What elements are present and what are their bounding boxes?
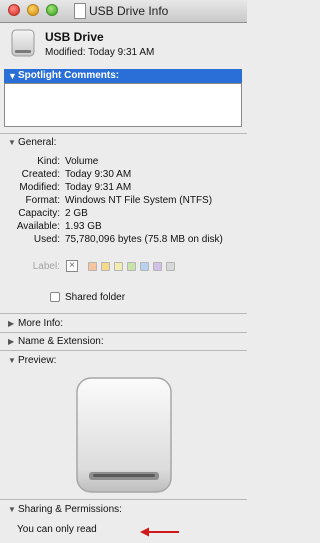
name-extension-section-header[interactable]: ▶ Name & Extension: (8, 336, 104, 347)
created-value: Today 9:30 AM (65, 169, 132, 180)
window-title: USB Drive Info (89, 4, 169, 18)
created-key: Created: (21, 169, 60, 180)
preview-section-header[interactable]: ▼ Preview: (8, 355, 56, 366)
label-color-swatch[interactable] (153, 262, 162, 271)
label-color-swatch[interactable] (166, 262, 175, 271)
label-color-swatch[interactable] (127, 262, 136, 271)
disclosure-right-icon[interactable]: ▶ (8, 337, 18, 346)
disclosure-down-icon[interactable]: ▼ (8, 505, 18, 514)
spotlight-comments-header[interactable]: ▼ Spotlight Comments: (4, 69, 242, 83)
divider (0, 350, 247, 351)
disclosure-down-icon[interactable]: ▼ (8, 71, 17, 81)
kind-key: Kind: (37, 156, 60, 167)
minimize-button[interactable] (27, 4, 39, 16)
permission-status: You can only read (17, 524, 97, 535)
more-info-section-header[interactable]: ▶ More Info: (8, 318, 63, 329)
format-key: Format: (25, 195, 60, 206)
kind-value: Volume (65, 156, 99, 167)
capacity-value: 2 GB (65, 208, 88, 219)
used-value: 75,780,096 bytes (75.8 MB on disk) (65, 234, 223, 245)
close-button[interactable] (8, 4, 20, 16)
disclosure-down-icon[interactable]: ▼ (8, 138, 18, 147)
label-color-swatch[interactable] (88, 262, 97, 271)
red-arrow-annotation (140, 527, 179, 537)
divider (0, 313, 247, 314)
preview-label: Preview: (18, 355, 57, 366)
label-color-swatch[interactable] (114, 262, 123, 271)
spotlight-comments-label: Spotlight Comments: (18, 70, 120, 81)
spotlight-comments-field[interactable] (4, 83, 242, 127)
usb-drive-icon (11, 29, 35, 57)
more-info-label: More Info: (18, 318, 64, 329)
divider (0, 133, 247, 134)
general-section-header[interactable]: ▼ General: (8, 137, 56, 148)
used-key: Used: (33, 234, 60, 245)
document-icon (74, 3, 86, 19)
label-color-swatch[interactable] (140, 262, 149, 271)
available-key: Available: (16, 221, 60, 232)
drive-modified: Modified: Today 9:31 AM (45, 47, 155, 58)
drive-name: USB Drive (45, 30, 104, 44)
label-color-swatch[interactable] (101, 262, 110, 271)
modified-key: Modified: (19, 182, 60, 193)
general-label: General: (18, 137, 57, 148)
format-value: Windows NT File System (NTFS) (65, 195, 213, 206)
sharing-label: Sharing & Permissions: (18, 504, 122, 515)
sharing-section-header[interactable]: ▼ Sharing & Permissions: (8, 504, 122, 515)
usb-drive-preview-icon (76, 377, 172, 493)
shared-folder-label: Shared folder (65, 292, 126, 303)
divider (0, 332, 247, 333)
available-value: 1.93 GB (65, 221, 102, 232)
zoom-button[interactable] (46, 4, 58, 16)
shared-folder-checkbox[interactable] (50, 292, 60, 302)
name-extension-label: Name & Extension: (18, 336, 104, 347)
disclosure-right-icon[interactable]: ▶ (8, 319, 18, 328)
capacity-key: Capacity: (18, 208, 60, 219)
title-bar: USB Drive Info (0, 0, 247, 23)
modified-value: Today 9:31 AM (65, 182, 132, 193)
no-label-button[interactable]: × (66, 260, 78, 272)
label-key: Label: (32, 261, 60, 272)
divider (0, 499, 247, 500)
disclosure-down-icon[interactable]: ▼ (8, 356, 18, 365)
